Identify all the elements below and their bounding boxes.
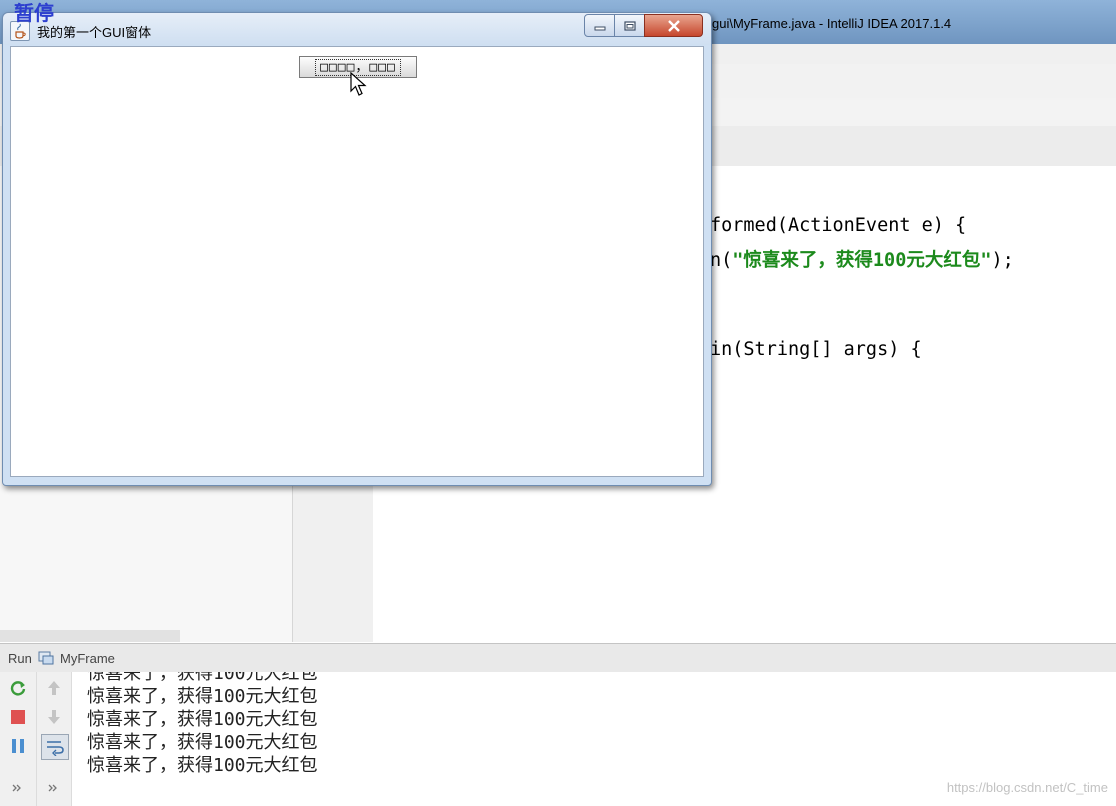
minimize-button[interactable] [584,14,615,37]
pause-icon [12,739,24,753]
code-token: ); [991,250,1014,271]
console-line: 惊喜来了，获得100元大红包 [87,672,318,684]
maximize-icon [623,20,636,31]
gui-window-titlebar[interactable]: 我的第一个GUI窗体 [3,13,711,45]
stop-icon [11,710,25,724]
run-toolbar-secondary [37,672,72,806]
close-icon [667,19,680,32]
gui-content-pane: □□□□，□□□ [10,46,704,477]
double-chevron-icon [48,784,57,792]
double-chevron-icon [12,784,21,792]
close-button[interactable] [644,14,703,37]
arrow-down-icon [48,710,60,724]
gui-window-title: 我的第一个GUI窗体 [37,25,152,40]
run-panel-label: Run [8,651,32,666]
ide-window-title: gui\MyFrame.java - IntelliJ IDEA 2017.1.… [712,16,952,31]
code-line-action-performed: formed(ActionEvent e) { [710,215,967,236]
mouse-cursor-icon [350,72,367,96]
soft-wrap-icon [47,741,64,756]
code-line-main: in(String[] args) { [710,339,922,360]
scroll-up-button[interactable] [44,678,64,698]
minimize-icon [594,26,605,30]
run-config-name[interactable]: MyFrame [60,651,115,666]
run-panel-header: Run MyFrame [0,643,1116,673]
rerun-icon [10,681,26,696]
code-line-println: n("惊喜来了，获得100元大红包"); [710,246,1014,272]
console-line: 惊喜来了，获得100元大红包 [87,755,318,776]
console-line: 惊喜来了，获得100元大红包 [87,732,318,753]
expand-toolbar-button[interactable] [8,778,28,798]
expand-toolbar-button-2[interactable] [44,778,64,798]
run-config-icon [38,651,54,665]
project-panel-scrollbar[interactable] [0,630,180,642]
maximize-button[interactable] [614,14,645,37]
watermark: https://blog.csdn.net/C_time [946,780,1108,795]
code-string-literal: "惊喜来了，获得100元大红包" [732,250,992,271]
arrow-up-icon [48,681,60,695]
run-toolbar-primary [0,672,37,806]
pause-overlay-label: 暂停 [14,1,54,25]
console-line: 惊喜来了，获得100元大红包 [87,709,318,730]
scroll-down-button[interactable] [44,707,64,727]
pause-button[interactable] [8,736,28,756]
stop-button[interactable] [8,707,28,727]
console-line: 惊喜来了，获得100元大红包 [87,686,318,707]
soft-wrap-toggle[interactable] [41,734,69,760]
code-token: n( [710,250,733,271]
rerun-button[interactable] [8,678,28,698]
